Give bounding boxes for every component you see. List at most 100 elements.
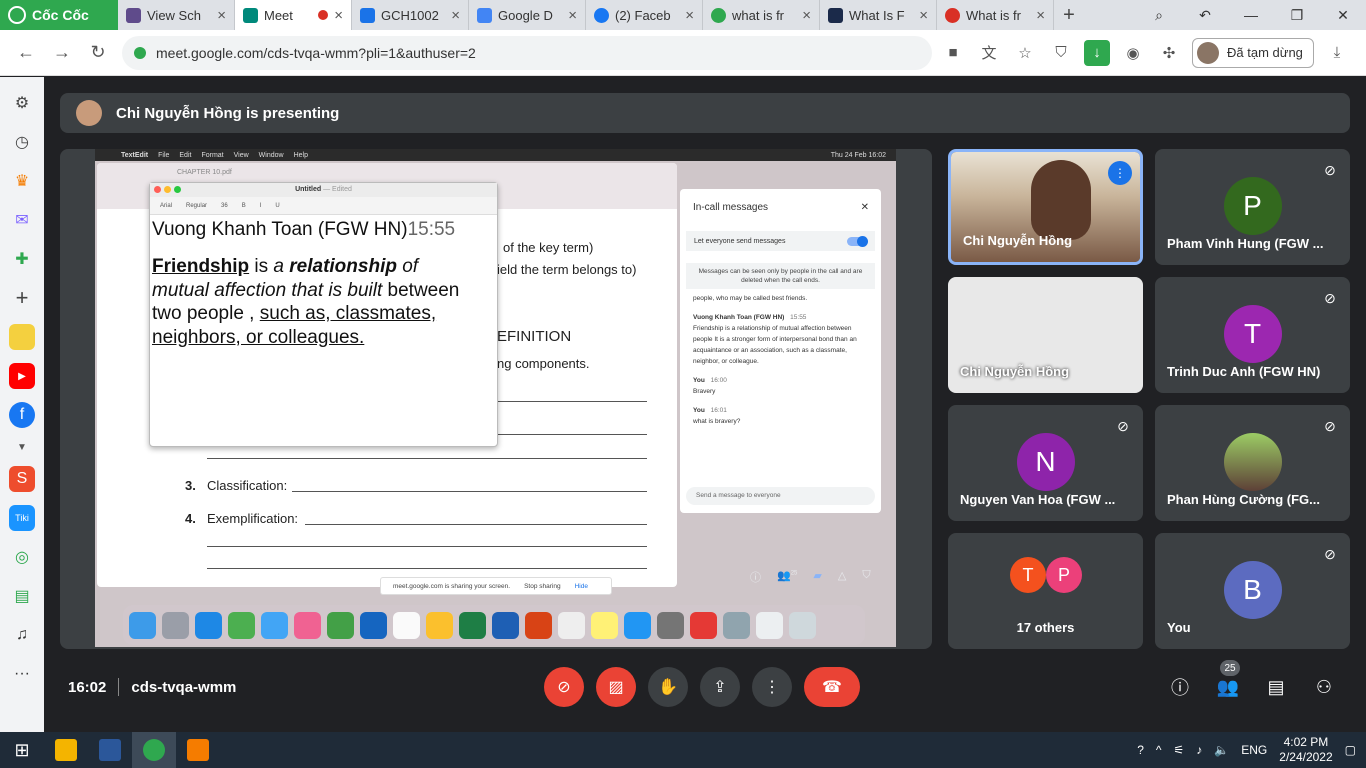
close-icon[interactable]: × — [685, 7, 694, 24]
browser-sidebar: ⚙ ◷ ♛ ✉ ✚ + ▶ f ▼ S Tiki ◎ ▤ ♫ ··· — [0, 77, 44, 732]
bookmark-star-icon[interactable]: ☆ — [1012, 40, 1038, 66]
chat-messages: people, who may be called best friends. … — [680, 289, 881, 431]
facebook-icon — [594, 7, 609, 23]
network-icon[interactable]: ⚟ — [1174, 743, 1185, 757]
gear-icon[interactable]: ⚙ — [9, 90, 35, 116]
url-input[interactable]: meet.google.com/cds-tvqa-wmm?pli=1&authu… — [122, 35, 932, 70]
leave-call-button[interactable]: ☎ — [804, 667, 860, 707]
chevron-down-icon[interactable]: ▼ — [9, 441, 35, 453]
participant-tile[interactable]: ⊘ P Pham Vinh Hung (FGW ... — [1155, 149, 1350, 265]
people-count-badge: 25 — [1220, 660, 1240, 676]
shopee-icon[interactable]: S — [9, 466, 35, 492]
participant-tile[interactable]: ⊘ N Nguyen Van Hoa (FGW ... — [948, 405, 1143, 521]
messenger-icon[interactable]: ✉ — [9, 207, 35, 233]
minimize-icon[interactable]: — — [1228, 0, 1274, 30]
more-options-button[interactable]: ⋮ — [752, 667, 792, 707]
close-icon[interactable]: × — [217, 7, 226, 24]
facebook-icon[interactable]: f — [9, 402, 35, 428]
youtube-icon[interactable]: ▶ — [9, 363, 35, 389]
close-icon[interactable]: × — [451, 7, 460, 24]
back-icon[interactable]: ← — [8, 35, 44, 71]
msg-text: what is bravery? — [693, 418, 741, 425]
new-tab-button[interactable]: + — [1054, 0, 1084, 30]
toggle-label: Let everyone send messages — [694, 237, 786, 245]
close-icon[interactable]: × — [568, 7, 577, 24]
close-icon[interactable]: × — [919, 7, 928, 24]
reload-icon[interactable]: ↻ — [80, 35, 116, 71]
participant-tile[interactable]: ⊘ T Trinh Duc Anh (FGW HN) — [1155, 277, 1350, 393]
help-icon[interactable]: ? — [1137, 743, 1144, 757]
gamepad-icon[interactable]: ✚ — [9, 246, 35, 272]
chevron-up-icon[interactable]: ^ — [1156, 743, 1162, 757]
back-arrow-icon[interactable]: ↶ — [1182, 0, 1228, 30]
close-window-icon[interactable]: ✕ — [1320, 0, 1366, 30]
participant-name: Phan Hùng Cường (FG... — [1167, 492, 1320, 507]
taskbar-word[interactable] — [88, 732, 132, 768]
taskbar-explorer[interactable] — [44, 732, 88, 768]
download-icon[interactable]: ⤓ — [1324, 40, 1350, 66]
others-tile[interactable]: T P 17 others — [948, 533, 1143, 649]
bell-icon[interactable]: ♫ — [9, 622, 35, 648]
sheet-icon[interactable]: ▤ — [9, 583, 35, 609]
mic-off-button[interactable]: ⊘ — [544, 667, 584, 707]
camera-off-button[interactable]: ▨ — [596, 667, 636, 707]
activities-icon: △ — [837, 570, 847, 582]
participant-tile[interactable]: Chi Nguyễn Hồng — [948, 277, 1143, 393]
restore-icon[interactable]: ❐ — [1274, 0, 1320, 30]
close-icon[interactable]: × — [1036, 7, 1045, 24]
tab-what-is-fr-3[interactable]: What is fr × — [937, 0, 1054, 30]
raise-hand-button[interactable]: ✋ — [648, 667, 688, 707]
notification-icon[interactable]: ▢ — [1345, 743, 1356, 757]
pdf-text-line: of the key term) — [503, 240, 594, 255]
zoom-dot-icon — [174, 186, 181, 193]
tab-favicon-icon — [126, 7, 141, 23]
taskbar-pdf[interactable] — [176, 732, 220, 768]
mic-icon[interactable]: ♪ — [1196, 743, 1202, 757]
camera-icon[interactable]: ■ — [940, 40, 966, 66]
activities-icon[interactable]: ⚇ — [1311, 674, 1337, 700]
start-button[interactable]: ⊞ — [0, 732, 44, 768]
more-icon[interactable]: ··· — [9, 661, 35, 687]
puzzle-icon[interactable]: ✣ — [1156, 40, 1182, 66]
tiki-icon[interactable]: Tiki — [9, 505, 35, 531]
participant-tile[interactable]: ⋮ Chi Nguyễn Hồng — [948, 149, 1143, 265]
tab-meet[interactable]: Meet × — [235, 0, 352, 30]
tab-what-is-f-2[interactable]: What Is F × — [820, 0, 937, 30]
volume-icon[interactable]: 🔈 — [1214, 743, 1229, 757]
tab-search-icon[interactable]: ⌕ — [1136, 0, 1182, 30]
history-icon[interactable]: ◷ — [9, 129, 35, 155]
forward-icon[interactable]: → — [44, 35, 80, 71]
coccoc-map-icon[interactable]: ◎ — [9, 544, 35, 570]
taskbar-clock[interactable]: 4:02 PM 2/24/2022 — [1279, 735, 1332, 765]
toggle-switch — [847, 235, 868, 247]
tab-view-schedule[interactable]: View Sch × — [118, 0, 235, 30]
participant-tile[interactable]: ⊘ Phan Hùng Cường (FG... — [1155, 405, 1350, 521]
term-text: Friendship — [152, 256, 250, 277]
chat-title: In-call messages — [693, 202, 769, 213]
close-icon[interactable]: × — [802, 7, 811, 24]
tab-what-is-fr-1[interactable]: what is fr × — [703, 0, 820, 30]
language-indicator[interactable]: ENG — [1241, 743, 1267, 757]
notes-icon[interactable] — [9, 324, 35, 350]
author-time: 15:55 — [407, 219, 456, 240]
browser-brand[interactable]: Cốc Cốc — [0, 0, 118, 30]
self-tile[interactable]: ⊘ B You — [1155, 533, 1350, 649]
window-controls: ⌕ ↶ — ❐ ✕ — [1136, 0, 1366, 30]
translate-icon[interactable]: 文 — [976, 40, 1002, 66]
info-icon: ⓘ — [750, 572, 761, 584]
shield-icon[interactable]: ⛉ — [1048, 40, 1074, 66]
info-icon[interactable]: ⓘ — [1167, 674, 1193, 700]
close-icon[interactable]: × — [334, 7, 343, 24]
profile-button[interactable]: Đã tạm dừng — [1192, 37, 1314, 68]
add-icon[interactable]: + — [9, 285, 35, 311]
people-icon[interactable]: 👥 — [1215, 674, 1241, 700]
download-extension-icon[interactable]: ↓ — [1084, 39, 1110, 66]
chat-icon[interactable]: ▤ — [1263, 674, 1289, 700]
present-button[interactable]: ⇪ — [700, 667, 740, 707]
tab-google-docs[interactable]: Google D × — [469, 0, 586, 30]
taskbar-coccoc[interactable] — [132, 732, 176, 768]
coccoc-extension-icon[interactable]: ◉ — [1120, 40, 1146, 66]
tab-facebook[interactable]: (2) Faceb × — [586, 0, 703, 30]
tab-gch1002[interactable]: GCH1002 × — [352, 0, 469, 30]
crown-icon[interactable]: ♛ — [9, 168, 35, 194]
